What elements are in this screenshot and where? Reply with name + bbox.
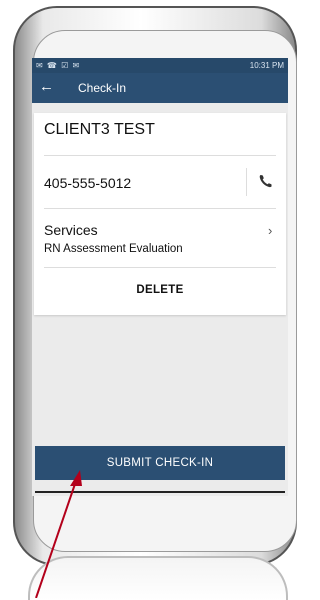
status-time: 10:31 PM	[249, 61, 284, 70]
arrow-left-icon[interactable]: ←	[39, 79, 55, 95]
status-icons: ✉ ☎ ☑ ✉	[36, 61, 81, 70]
checkin-card: CLIENT3 TEST 405-555-5012 Services › RN …	[34, 113, 286, 315]
submit-check-in-button[interactable]: SUBMIT CHECK-IN	[35, 446, 285, 480]
divider	[44, 208, 276, 209]
client-phone: 405-555-5012	[44, 175, 132, 191]
chevron-right-icon[interactable]: ›	[268, 223, 272, 238]
divider	[44, 267, 276, 268]
phone-icon[interactable]	[256, 171, 276, 191]
page-title: Check-In	[78, 81, 127, 95]
divider	[246, 168, 247, 196]
delete-button[interactable]: DELETE	[34, 275, 286, 305]
status-bar: ✉ ☎ ☑ ✉ 10:31 PM	[32, 58, 288, 73]
app-bar: ← Check-In	[32, 73, 288, 103]
app-screen: ✉ ☎ ☑ ✉ 10:31 PM ← Check-In CLIENT3 TEST…	[32, 58, 288, 496]
client-name: CLIENT3 TEST	[44, 121, 155, 138]
divider	[44, 155, 276, 156]
service-item: RN Assessment Evaluation	[44, 243, 183, 255]
divider	[35, 491, 285, 493]
services-label[interactable]: Services	[44, 222, 98, 238]
phone-reflection	[28, 556, 288, 600]
